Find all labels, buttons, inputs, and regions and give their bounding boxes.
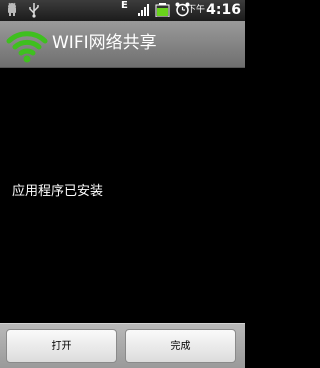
edge-icon: E: [121, 0, 128, 11]
install-status-message: 应用程序已安装: [12, 184, 104, 199]
button-bar: 打开 完成: [0, 323, 245, 368]
usb-icon: [29, 3, 39, 18]
status-time: 4:16: [206, 2, 241, 18]
app-title: WIFI网络共享: [52, 33, 157, 53]
open-button[interactable]: 打开: [6, 329, 117, 363]
status-bar: E 下午 4:16: [0, 0, 245, 21]
battery-icon: [155, 3, 170, 17]
wifi-icon: [6, 31, 48, 63]
status-ampm: 下午: [186, 5, 205, 15]
title-bar: WIFI网络共享: [0, 21, 245, 68]
done-button[interactable]: 完成: [125, 329, 236, 363]
signal-icon: [138, 4, 149, 16]
android-debug-icon: [8, 2, 16, 16]
